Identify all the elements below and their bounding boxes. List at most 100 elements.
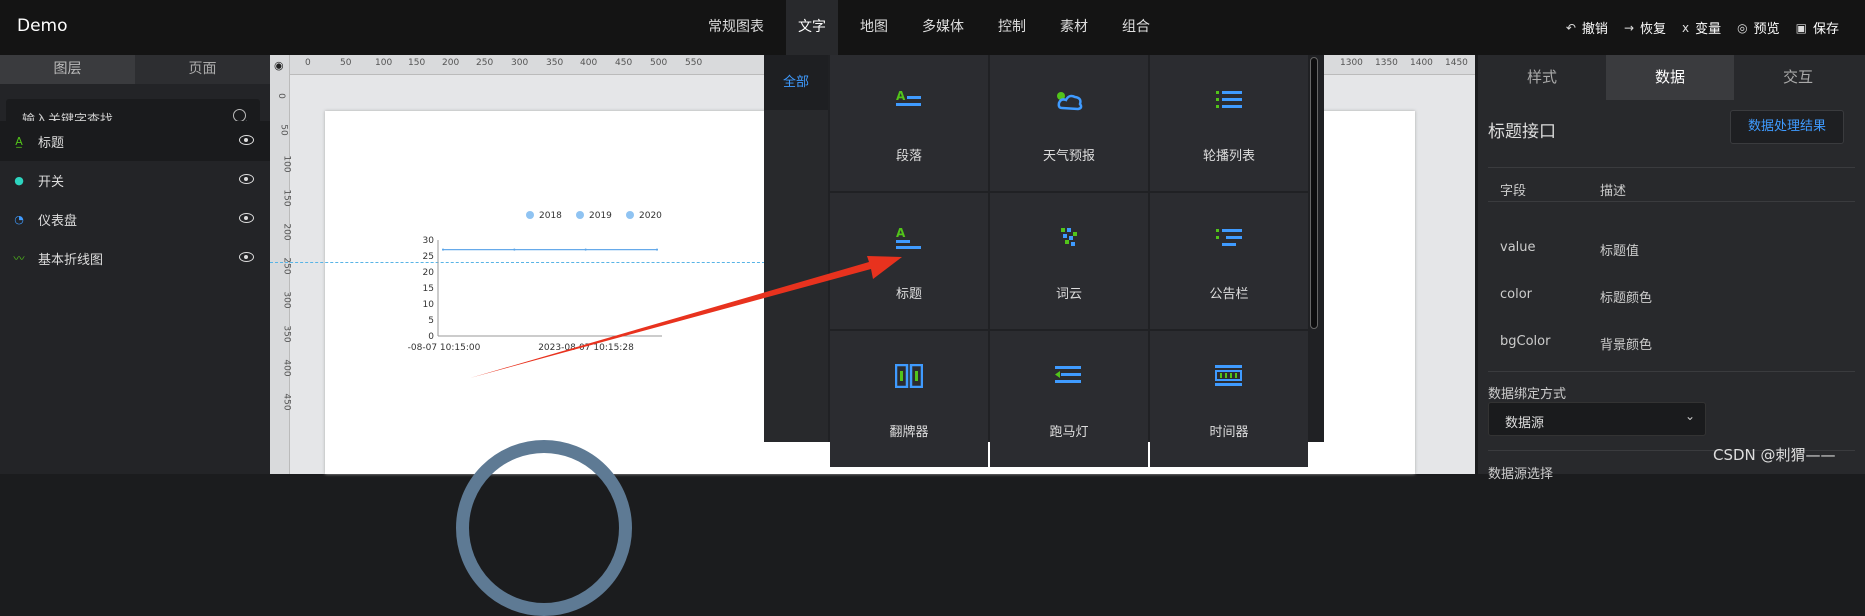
ruler-tick: 100 [375,58,393,68]
ruler-tick: 50 [278,124,289,136]
panel-scrollbar[interactable] [1310,57,1318,329]
layer-item[interactable]: ◔ 仪表盘 [0,199,270,239]
ruler-tick: 350 [281,325,292,343]
save-button[interactable]: ▣ 保存 [1796,18,1839,38]
word-cloud-icon [990,226,1148,252]
ruler-eye-icon[interactable]: ◉ [274,59,284,72]
tab-layers[interactable]: 图层 [0,55,135,84]
ruler-tick: 400 [281,359,292,377]
component-notice-board[interactable]: 公告栏 [1150,193,1308,329]
ruler-tick: 300 [511,58,529,68]
field-desc: 背景颜色 [1600,338,1653,353]
binding-label: 数据绑定方式 [1488,387,1567,402]
component-weather[interactable]: 天气预报 [990,55,1148,191]
ruler-tick: 1350 [1375,58,1398,68]
watermark: CSDN @刺猬—— [1713,446,1836,464]
layers-panel: 图层 页面 输入关键字查找 A̲标题●开关◔仪表盘〰基本折线图 [0,55,270,474]
ruler-tick: 400 [580,58,598,68]
ruler-tick: 1300 [1340,58,1363,68]
marquee-icon [990,364,1148,390]
ruler-tick: 550 [685,58,703,68]
desc-header: 描述 [1600,184,1627,199]
eye-icon[interactable] [239,213,254,223]
ruler-tick: 150 [281,189,292,207]
layer-item[interactable]: A̲ 标题 [0,121,270,161]
undo-button[interactable]: ↶ 撤销 [1566,18,1608,38]
field-desc: 标题颜色 [1600,291,1653,306]
category-all[interactable]: 全部 [764,55,828,110]
eye-icon[interactable] [239,174,254,184]
y-tick-label: 25 [423,252,434,262]
y-tick-label: 10 [423,300,435,310]
switch-icon: ● [14,173,24,187]
component-flip-counter[interactable]: 翻牌器 [830,331,988,467]
ruler-tick: 250 [476,58,494,68]
nav-item[interactable]: 文字 [786,0,838,55]
data-point [513,248,516,251]
ruler-tick: 450 [615,58,633,68]
layer-name: 仪表盘 [38,213,78,229]
ruler-tick: 250 [281,257,292,275]
line-chart[interactable]: 30 25 20 15 10 5 0-08-07 10:15:00 2023-08-07 10… [400,200,670,370]
ruler-tick: 450 [281,393,292,411]
data-point [584,248,587,251]
toolbar-actions: ↶ 撤销 → 恢复 x 变量 ◎ 预览 ▣ 保存 [1550,0,1839,55]
carousel-list-icon [1150,88,1308,114]
y-tick-label: 5 [428,316,434,326]
line-chart-icon: 〰 [13,252,25,265]
eye-icon[interactable] [239,135,254,145]
component-label: 跑马灯 [1049,425,1089,440]
flip-counter-icon [830,363,988,392]
preview-icon: ◎ [1737,20,1748,35]
title-icon: A̲ [15,134,23,148]
component-carousel-list[interactable]: 轮播列表 [1150,55,1308,191]
tab-style[interactable]: 样式 [1478,55,1606,100]
component-paragraph[interactable]: A 段落 [830,55,988,191]
component-label: 段落 [895,149,922,164]
action-label: 预览 [1753,22,1780,37]
layer-name: 标题 [38,135,65,151]
preview-button[interactable]: ◎ 预览 [1737,18,1780,38]
gauge-component[interactable] [456,440,632,616]
field-name: bgColor [1500,334,1551,349]
tab-interaction[interactable]: 交互 [1734,55,1862,100]
tab-data[interactable]: 数据 [1606,55,1734,100]
nav-item[interactable]: 组合 [1110,0,1162,55]
eye-icon[interactable] [239,252,254,262]
component-marquee[interactable]: 跑马灯 [990,331,1148,467]
ruler-tick: 150 [408,58,426,68]
component-nav: 常规图表 文字 地图 多媒体 控制 素材 组合 [696,0,1172,55]
data-process-button[interactable]: 数据处理结果 [1730,110,1844,144]
nav-item[interactable]: 常规图表 [696,0,776,55]
component-timer[interactable]: 时间器 [1150,331,1308,467]
nav-item[interactable]: 素材 [1048,0,1100,55]
layer-item[interactable]: ● 开关 [0,160,270,200]
ruler-left[interactable]: 0 50 100 150 200 250 300 350 400 450 [270,55,292,474]
variable-button[interactable]: x 变量 [1682,18,1721,38]
nav-item[interactable]: 地图 [848,0,900,55]
component-label: 轮播列表 [1202,149,1255,164]
action-label: 撤销 [1581,22,1608,37]
component-label: 标题 [895,287,922,302]
paragraph-icon: A [830,88,988,114]
nav-item[interactable]: 多媒体 [910,0,976,55]
field-name: color [1500,287,1533,302]
binding-select[interactable]: 数据源 ⌄ [1488,402,1706,436]
field-name: value [1500,240,1536,255]
action-label: 保存 [1812,22,1839,37]
component-dropdown-panel: 全部 A 段落 天气预报 轮播列表 A 标题 词云 公告栏 翻牌器 跑马灯 时间器 [764,55,1324,467]
ruler-tick: 200 [281,223,292,241]
component-label: 时间器 [1209,425,1249,440]
component-word-cloud[interactable]: 词云 [990,193,1148,329]
redo-icon: → [1623,20,1634,35]
layer-item[interactable]: 〰基本折线图 [0,238,270,278]
component-label: 翻牌器 [889,425,929,440]
nav-item[interactable]: 控制 [986,0,1038,55]
chevron-down-icon: ⌄ [1685,409,1696,423]
field-header: 字段 [1500,184,1527,199]
timer-icon [1150,364,1308,390]
tab-pages[interactable]: 页面 [135,55,270,84]
component-title[interactable]: A 标题 [830,193,988,329]
redo-button[interactable]: → 恢复 [1623,18,1666,38]
y-tick-label: 15 [423,284,434,294]
